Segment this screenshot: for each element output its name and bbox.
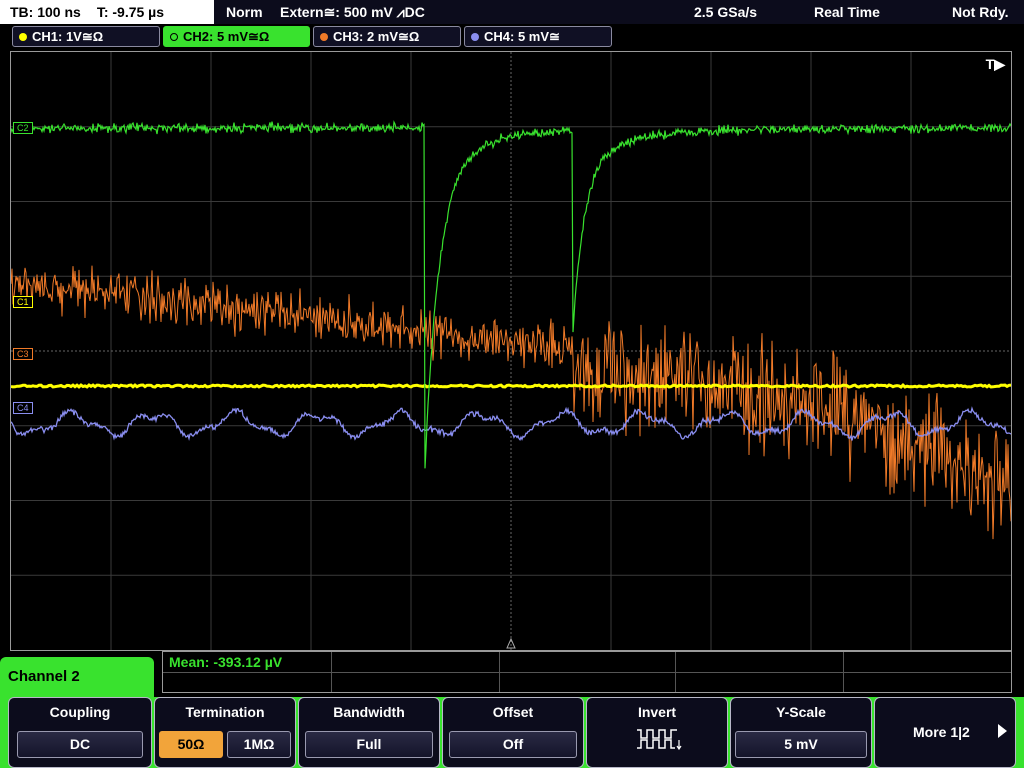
ch1-marker[interactable]: C1 xyxy=(13,296,33,308)
measurement-row xyxy=(163,652,1011,673)
timebase-box[interactable]: TB: 100 ns T: -9.75 µs xyxy=(0,0,214,24)
coupling-title: Coupling xyxy=(49,704,111,720)
measurement-table: Mean: -393.12 µV xyxy=(162,651,1012,693)
ch4-marker[interactable]: C4 xyxy=(13,402,33,414)
yscale-softkey[interactable]: Y-Scale 5 mV xyxy=(730,697,872,768)
bandwidth-value-button[interactable]: Full xyxy=(305,731,433,758)
invert-softkey[interactable]: Invert xyxy=(586,697,728,768)
bandwidth-title: Bandwidth xyxy=(333,704,405,720)
waveform-canvas xyxy=(11,52,1011,650)
ch2-dot-icon xyxy=(170,33,178,41)
trigger-marker: T▶ xyxy=(985,56,1005,72)
acquisition-mode: Real Time xyxy=(814,4,880,20)
channel-tab-3-label: CH3: 2 mV≅Ω xyxy=(333,29,420,44)
ch3-dot-icon xyxy=(320,33,328,41)
trigger-time-value: T: -9.75 µs xyxy=(96,4,165,20)
ch1-waveform xyxy=(11,383,1011,389)
measurement-divider xyxy=(675,652,676,692)
termination-title: Termination xyxy=(185,704,265,720)
coupling-value-button[interactable]: DC xyxy=(17,731,143,758)
top-status-bar: TB: 100 ns T: -9.75 µs Norm Extern≅: 500 … xyxy=(0,0,1024,24)
graticule xyxy=(11,52,1011,650)
invert-waveform-icon xyxy=(637,729,682,751)
sample-rate: 2.5 GSa/s xyxy=(694,4,758,20)
channel-tab-3[interactable]: CH3: 2 mV≅Ω xyxy=(313,26,461,47)
termination-1mohm-button[interactable]: 1MΩ xyxy=(227,731,291,758)
channel-tab-2[interactable]: CH2: 5 mV≅Ω xyxy=(163,26,310,47)
measurement-divider xyxy=(499,652,500,692)
measurement-divider xyxy=(843,652,844,692)
trigger-source[interactable]: Extern≅: 500 mV ⩘DC xyxy=(280,0,425,24)
yscale-value-button[interactable]: 5 mV xyxy=(735,731,867,758)
mean-measurement[interactable]: Mean: -393.12 µV xyxy=(169,654,282,670)
ch3-waveform xyxy=(11,265,1011,540)
offset-title: Offset xyxy=(492,704,534,720)
invert-title: Invert xyxy=(637,704,677,720)
channel-tab-4-label: CH4: 5 mV≅ xyxy=(484,29,560,44)
offset-softkey[interactable]: Offset Off xyxy=(442,697,584,768)
ch3-marker[interactable]: C3 xyxy=(13,348,33,360)
yscale-title: Y-Scale xyxy=(776,704,826,720)
arrow-right-icon xyxy=(998,724,1007,738)
ch4-dot-icon xyxy=(471,33,479,41)
offset-value-button[interactable]: Off xyxy=(449,731,577,758)
channel-tab-1[interactable]: CH1: 1V≅Ω xyxy=(12,26,160,47)
ch2-marker[interactable]: C2 xyxy=(13,122,33,134)
termination-softkey[interactable]: Termination 50Ω 1MΩ xyxy=(154,697,296,768)
more-label: More 1|2 xyxy=(913,724,970,740)
timebase-value: TB: 100 ns xyxy=(10,4,81,20)
bandwidth-softkey[interactable]: Bandwidth Full xyxy=(298,697,440,768)
measurement-divider xyxy=(331,652,332,692)
channel-tabs: CH1: 1V≅Ω CH2: 5 mV≅Ω CH3: 2 mV≅Ω CH4: 5… xyxy=(0,26,1024,48)
channel-tab-2-label: CH2: 5 mV≅Ω xyxy=(183,29,270,44)
trigger-status: Not Rdy. xyxy=(952,4,1009,20)
coupling-softkey[interactable]: Coupling DC xyxy=(8,697,152,768)
waveform-display[interactable]: T▶ C2 C1 C3 C4 xyxy=(10,51,1012,651)
more-softkey[interactable]: More 1|2 xyxy=(874,697,1016,768)
channel-tab-4[interactable]: CH4: 5 mV≅ xyxy=(464,26,612,47)
menu-title: Channel 2 xyxy=(0,657,154,697)
trigger-mode[interactable]: Norm xyxy=(226,0,263,24)
ch1-dot-icon xyxy=(19,33,27,41)
channel-tab-1-label: CH1: 1V≅Ω xyxy=(32,29,104,44)
termination-50ohm-button[interactable]: 50Ω xyxy=(159,731,223,758)
